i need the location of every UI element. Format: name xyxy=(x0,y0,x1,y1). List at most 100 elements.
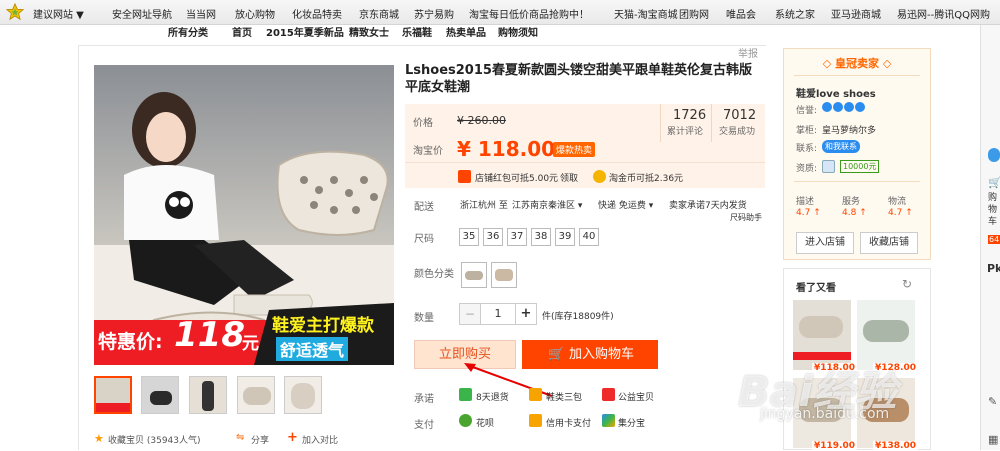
store-nav-home[interactable]: 首页 xyxy=(232,24,252,39)
thumbnail-4[interactable] xyxy=(237,376,275,414)
pay-huabei[interactable]: 花呗 xyxy=(476,416,494,429)
quantity-minus-button[interactable]: − xyxy=(459,303,481,325)
bookmark-fangxin[interactable]: 放心购物 xyxy=(235,6,275,21)
chevron-down-icon: ▾ xyxy=(577,201,583,211)
keeper-name[interactable]: 皇马萝纳尔多 xyxy=(822,123,876,136)
compare-link[interactable]: 加入对比 xyxy=(302,433,338,446)
bookmark-vip[interactable]: 唯品会 xyxy=(726,6,756,21)
thumbnail-5[interactable] xyxy=(284,376,322,414)
red-packet-icon xyxy=(458,170,471,183)
store-nav-women[interactable]: 精致女士 xyxy=(349,24,389,39)
bookmark-tmall[interactable]: 天猫-淘宝商城 xyxy=(614,6,678,21)
size-option-39[interactable]: 39 xyxy=(555,228,575,246)
ship-promise: 卖家承诺7天内发货 xyxy=(669,201,747,211)
coupon-claim-link[interactable]: 领取 xyxy=(560,171,578,184)
arrow-up-icon: ↑ xyxy=(859,208,867,218)
size-option-40[interactable]: 40 xyxy=(579,228,599,246)
ship-from: 浙江杭州 至 xyxy=(460,201,508,211)
store-nav-hot[interactable]: 热卖单品 xyxy=(446,24,486,39)
promise-warranty[interactable]: 鞋类三包 xyxy=(546,390,582,403)
barcode-icon[interactable]: ▦ xyxy=(988,433,998,446)
bookmark-yixun[interactable]: 易迅网--腾讯QQ网购 xyxy=(897,6,990,21)
bookmark-dangdang[interactable]: 当当网 xyxy=(186,6,216,21)
favorite-star-icon[interactable]: ★ xyxy=(94,432,104,445)
quantity-plus-button[interactable]: + xyxy=(515,303,537,325)
size-option-36[interactable]: 36 xyxy=(483,228,503,246)
payment-label: 支付 xyxy=(414,420,434,431)
crown-icons xyxy=(822,102,865,115)
stock-text: 件(库存18809件) xyxy=(542,312,614,322)
store-nav-loafer[interactable]: 乐福鞋 xyxy=(402,24,432,39)
express-select[interactable]: 快递 免运费 ▾ xyxy=(598,198,653,211)
promise-charity[interactable]: 公益宝贝 xyxy=(618,390,654,403)
size-helper-link[interactable]: 尺码助手 xyxy=(730,212,762,223)
promise-label: 承诺 xyxy=(414,394,434,405)
store-nav-notice[interactable]: 购物须知 xyxy=(498,24,538,39)
return-8days-icon xyxy=(459,388,472,401)
cart-sidebar-label[interactable]: 购物车 xyxy=(988,192,1000,228)
rating-logistics-label: 物流 xyxy=(888,197,907,207)
thumbnail-2[interactable] xyxy=(141,376,179,414)
pay-jifenbao[interactable]: 集分宝 xyxy=(618,416,645,429)
bookmark-jd[interactable]: 京东商城 xyxy=(359,6,399,21)
banner-price: 118 xyxy=(174,315,245,355)
enter-shop-button[interactable]: 进入店铺 xyxy=(796,232,854,254)
bookmark-suning[interactable]: 苏宁易购 xyxy=(414,6,454,21)
store-nav-all[interactable]: 所有分类 xyxy=(168,24,208,39)
cart-sidebar-icon[interactable]: 🛒 xyxy=(988,176,1000,189)
id-verified-icon[interactable] xyxy=(822,160,835,173)
refresh-icon[interactable]: ↻ xyxy=(902,277,912,291)
bookmark-tuangou[interactable]: 团购网 xyxy=(679,6,709,21)
quantity-input[interactable]: 1 xyxy=(481,303,515,325)
color-option-1[interactable] xyxy=(461,262,487,288)
bookmark-jianyi[interactable]: 建议网站 ▼ xyxy=(33,6,84,21)
gold-coin-icon xyxy=(593,170,606,183)
compare-plus-icon[interactable]: + xyxy=(287,430,298,445)
size-option-35[interactable]: 35 xyxy=(459,228,479,246)
share-link[interactable]: 分享 xyxy=(251,433,269,446)
color-label: 颜色分类 xyxy=(414,269,454,280)
pay-credit-card[interactable]: 信用卡支付 xyxy=(546,416,591,429)
review-count[interactable]: 1726 xyxy=(673,108,706,123)
shipping-label: 配送 xyxy=(414,202,434,213)
bookmark-anquan[interactable]: 安全网址导航 xyxy=(112,6,172,21)
thumbnail-3[interactable] xyxy=(189,376,227,414)
shop-name[interactable]: 鞋爱love shoes xyxy=(796,85,876,100)
promise-return[interactable]: 8天退货 xyxy=(476,390,509,403)
report-link[interactable]: 举报 xyxy=(738,45,758,60)
size-option-37[interactable]: 37 xyxy=(507,228,527,246)
jifenbao-icon xyxy=(602,414,615,427)
contact-label: 联系: xyxy=(796,144,818,154)
size-option-38[interactable]: 38 xyxy=(531,228,551,246)
deposit-badge[interactable]: 10000元 xyxy=(840,160,880,173)
qualification-label: 资质: xyxy=(796,164,818,174)
bookmark-xitong[interactable]: 系统之家 xyxy=(775,6,815,21)
rating-logistics-value: 4.7 ↑ xyxy=(888,208,913,218)
thumbnail-1[interactable] xyxy=(94,376,132,414)
rating-desc-label: 描述 xyxy=(796,197,815,207)
banner-slogan-1: 鞋爱主打爆款 xyxy=(272,316,374,336)
credit-label: 信誉: xyxy=(796,106,818,116)
also-viewed-title: 看了又看 xyxy=(796,283,836,294)
bookmark-taobao-daily[interactable]: 淘宝每日低价商品抢购中！ xyxy=(469,6,589,21)
price-box: 价格 ¥ 260.00 1726 累计评论 7012 交易成功 淘宝价 ¥ 11… xyxy=(405,104,765,188)
gold-coin-text: 淘金币可抵2.36元 xyxy=(609,174,684,184)
favorite-link[interactable]: 收藏宝贝 (35943人气) xyxy=(108,433,201,446)
price-label: 价格 xyxy=(413,118,433,129)
pk-icon[interactable]: Pk xyxy=(987,262,1000,275)
favorite-shop-button[interactable]: 收藏店铺 xyxy=(860,232,918,254)
contact-seller-button[interactable]: 和我联系 xyxy=(822,140,860,153)
taobao-price: ¥ 118.00 xyxy=(457,137,556,161)
color-option-2[interactable] xyxy=(491,262,517,288)
edit-icon[interactable]: ✎ xyxy=(988,395,997,408)
bookmark-amazon[interactable]: 亚马逊商城 xyxy=(831,6,881,21)
user-icon[interactable] xyxy=(988,148,1000,162)
bookmark-cosmetics[interactable]: 化妆品特卖 xyxy=(292,6,342,21)
store-nav-new[interactable]: 2015年夏季新品 xyxy=(266,24,344,39)
review-label: 累计评论 xyxy=(667,127,704,137)
favorites-star-icon[interactable] xyxy=(6,3,24,21)
bookmark-bar: 建议网站 ▼ 安全网址导航 当当网 放心购物 化妆品特卖 京东商城 苏宁易购 淘… xyxy=(0,0,1000,25)
main-product-image[interactable]: 特惠价: 118 元 鞋爱主打爆款 舒适透气 xyxy=(94,65,394,365)
ship-to-select[interactable]: 江苏南京秦淮区 ▾ xyxy=(512,198,582,211)
share-icon[interactable]: ⇋ xyxy=(236,432,244,443)
